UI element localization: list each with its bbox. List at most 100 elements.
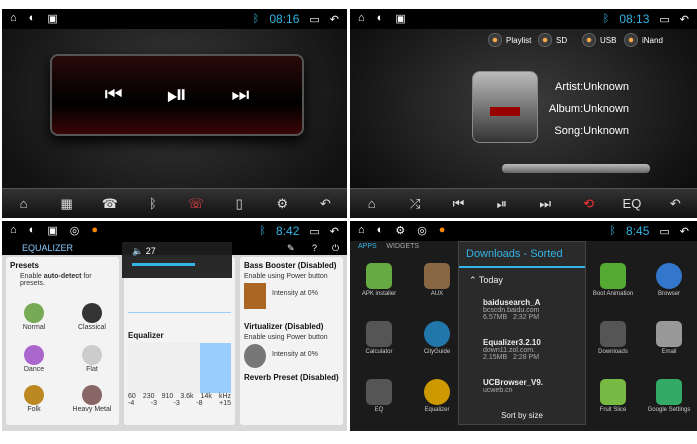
back-icon[interactable]: ↶ <box>330 225 339 238</box>
back-button-icon[interactable]: ↶ <box>657 196 693 212</box>
preset-label: Classical <box>77 324 106 331</box>
eq-freqs: 60 230 910 3.6k 14k kHz <box>128 393 231 400</box>
app-apk-installer[interactable]: APK installer <box>356 263 402 297</box>
repeat-icon[interactable]: ⟲ <box>571 196 607 212</box>
next-icon[interactable]: ⏭ <box>231 84 249 107</box>
app-label: Browser <box>657 291 680 297</box>
boot-animation-icon <box>600 263 626 289</box>
eq-gains: -4 -3 -3 -8 +15 <box>128 400 231 407</box>
gain-label: +15 <box>219 400 231 407</box>
freq-label: 14k <box>200 393 212 400</box>
home-status-icon: ⌂ <box>10 12 17 24</box>
recent-apps-icon[interactable]: ▭ <box>309 13 319 26</box>
autodetect-bold: auto-detect <box>43 273 82 280</box>
app-google-settings[interactable]: Google Settings <box>646 379 692 413</box>
app-equalizer[interactable]: Equalizer <box>414 379 460 413</box>
recent-apps-icon[interactable]: ▭ <box>659 225 669 238</box>
settings-icon[interactable]: ⚙ <box>264 196 300 212</box>
play-pause-icon[interactable]: ⏯ <box>167 79 188 111</box>
app-cityguide[interactable]: CityGuide <box>414 321 460 355</box>
source-usb[interactable]: USB <box>582 33 616 47</box>
email-icon <box>656 321 682 347</box>
freq-label: 60 <box>128 393 136 400</box>
download-source: bcscdn.baidu.com <box>483 307 540 314</box>
bluetooth-phone-icon[interactable]: ᛒ <box>135 196 171 211</box>
equalizer-panel: Equalizer 60 230 910 3.6k 14k kHz -4 -3 -3 -8 +15 <box>124 257 235 425</box>
preset-flat[interactable]: Flat <box>72 345 112 373</box>
app-fruit-slice[interactable]: Fruit Slice <box>590 379 636 413</box>
preset-heavy-metal[interactable]: Heavy Metal <box>72 385 112 413</box>
help-icon[interactable]: ? <box>312 241 317 255</box>
source-sd[interactable]: SD <box>538 33 567 47</box>
preset-normal[interactable]: Normal <box>14 303 54 331</box>
app-browser[interactable]: Browser <box>646 263 692 297</box>
preset-folk[interactable]: Folk <box>14 385 54 413</box>
song-text: Song:Unknown <box>554 125 629 137</box>
recent-apps-icon[interactable]: ▭ <box>659 13 669 26</box>
phone-icon[interactable]: ☎ <box>92 196 128 212</box>
home-button-icon[interactable]: ⌂ <box>6 196 42 211</box>
section-header[interactable]: ⌃ Today <box>459 268 585 293</box>
preset-classical[interactable]: Classical <box>72 303 112 331</box>
tab-apps[interactable]: APPS <box>358 243 377 250</box>
power-icon[interactable]: ⏻ <box>332 241 339 255</box>
preset-label: Heavy Metal <box>72 406 112 413</box>
download-size: 6.57MB <box>483 314 508 321</box>
autodetect-option[interactable]: Enable auto-detect for presets. <box>10 273 115 287</box>
autodetect-prefix: Enable <box>20 273 44 280</box>
mobile-icon[interactable]: ▯ <box>221 196 257 212</box>
calculator-icon <box>366 321 392 347</box>
app-calculator[interactable]: Calculator <box>356 321 402 355</box>
back-icon[interactable]: ↶ <box>330 13 339 26</box>
player-controls: ⏮ ⏯ ⏭ <box>50 54 304 136</box>
eq-sliders[interactable] <box>128 343 231 393</box>
download-item[interactable]: Equalizer3.2.10 down11.zol.com. 2.15MB 2:2… <box>483 338 583 361</box>
download-item[interactable]: UCBrowser_V9. ucweb.cn <box>483 378 583 394</box>
previous-icon[interactable]: ⏮ <box>440 196 476 212</box>
download-item[interactable]: baidusearch_A bcscdn.baidu.com 6.57MB 2:32… <box>483 298 583 321</box>
clock: 08:16 <box>269 12 300 26</box>
album-art-folder-icon: ▬ <box>472 71 538 143</box>
preset-label: Dance <box>23 366 45 373</box>
app-aux[interactable]: AUX <box>414 263 460 297</box>
preset-dance[interactable]: Dance <box>14 345 54 373</box>
play-pause-icon[interactable]: ⏯ <box>484 196 520 212</box>
clock: 08:13 <box>619 12 650 26</box>
app-downloads[interactable]: Downloads <box>590 321 636 355</box>
app-boot-animation[interactable]: Boot Animation <box>590 263 636 297</box>
back-button-icon[interactable]: ↶ <box>307 196 343 212</box>
globe-icon <box>656 263 682 289</box>
equalizer-icon <box>424 379 450 405</box>
recent-apps-icon[interactable]: ▭ <box>309 225 319 238</box>
next-icon[interactable]: ⏭ <box>527 196 563 212</box>
apps-grid-icon[interactable]: ▦ <box>49 196 85 212</box>
home-button-icon[interactable]: ⌂ <box>354 196 390 211</box>
seek-bar[interactable] <box>502 164 650 173</box>
back-icon[interactable]: ↶ <box>680 13 689 26</box>
app-label: Email <box>661 349 677 355</box>
gain-label: -3 <box>173 400 180 407</box>
back-icon[interactable]: ↶ <box>680 225 689 238</box>
tools-icon[interactable]: ✎ <box>287 241 295 255</box>
player-screen: ⌂ ◐ ▣ ᛒ 08:16 ▭ ↶ ⏮ ⏯ ⏭ ⌂ ▦ ☎ ᛒ ☏ ▯ ⚙ ↶ <box>2 9 347 218</box>
source-inand[interactable]: iNand <box>624 33 663 47</box>
app-label: Downloads <box>598 349 628 355</box>
sort-button[interactable]: Sort by size <box>459 411 585 420</box>
source-playlist[interactable]: Playlist <box>488 33 531 47</box>
brightness-icon: ◐ <box>376 224 384 236</box>
handsfree-icon[interactable]: ☏ <box>178 196 214 212</box>
eq-button[interactable]: EQ <box>614 196 650 211</box>
tab-widgets[interactable]: WIDGETS <box>386 243 419 250</box>
app-label: Boot Animation <box>592 291 634 297</box>
fruit-icon <box>600 379 626 405</box>
reverb-title: Reverb Preset (Disabled) <box>244 373 339 382</box>
volume-slider[interactable] <box>132 263 195 266</box>
app-label: Equalizer <box>424 407 450 413</box>
app-eq[interactable]: EQ <box>356 379 402 413</box>
shuffle-icon[interactable]: ⤮ <box>397 196 433 212</box>
gain-label: -8 <box>196 400 203 407</box>
app-label: Google Settings <box>647 407 691 413</box>
bluetooth-icon: ᛒ <box>259 225 267 237</box>
previous-icon[interactable]: ⏮ <box>105 84 123 107</box>
app-email[interactable]: Email <box>646 321 692 355</box>
